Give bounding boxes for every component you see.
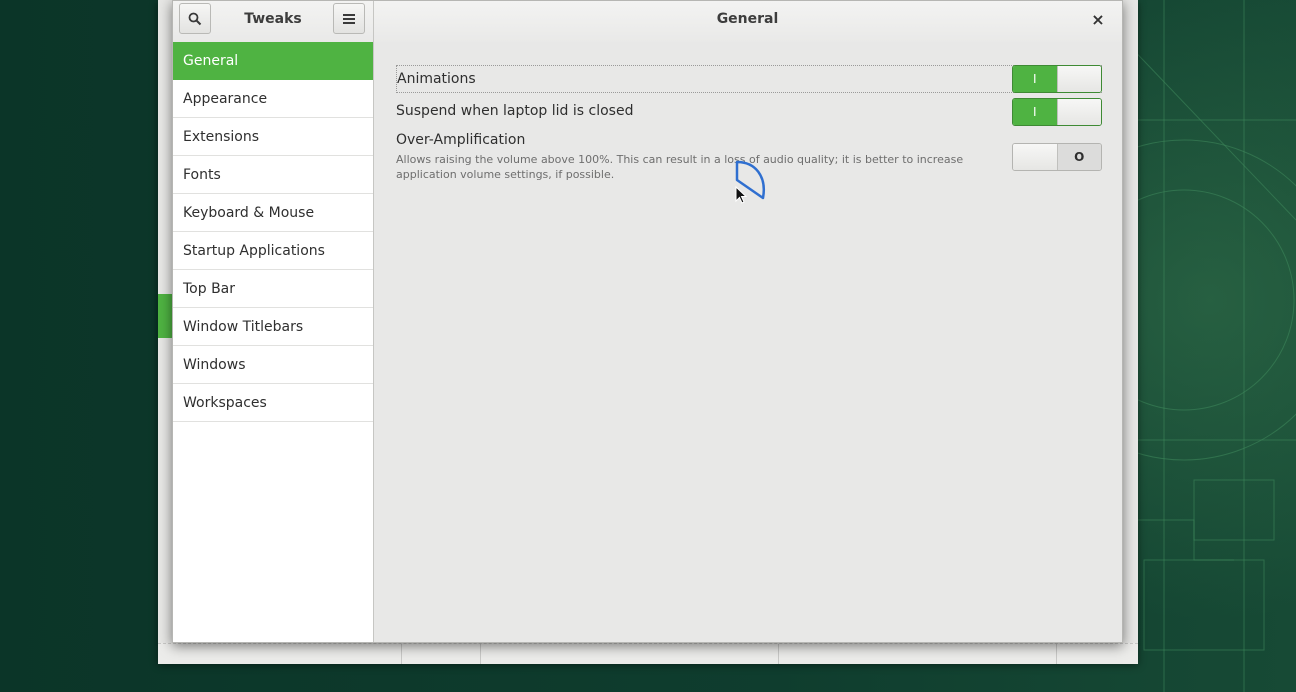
over-amplification-switch[interactable]: O: [1012, 143, 1102, 171]
sidebar-item-label: Startup Applications: [183, 242, 325, 259]
sidebar-item-workspaces[interactable]: Workspaces: [173, 384, 373, 422]
switch-knob: [1056, 66, 1101, 92]
sidebar-item-label: Workspaces: [183, 394, 267, 411]
sidebar-item-label: Keyboard & Mouse: [183, 204, 315, 221]
sidebar-item-windows[interactable]: Windows: [173, 346, 373, 384]
sidebar-item-startup-applications[interactable]: Startup Applications: [173, 232, 373, 270]
sidebar: General Appearance Extensions Fonts Keyb…: [173, 42, 374, 642]
animations-row[interactable]: Animations: [396, 65, 1102, 93]
hamburger-menu-icon: [343, 13, 355, 24]
sidebar-item-label: Fonts: [183, 166, 221, 183]
sidebar-item-top-bar[interactable]: Top Bar: [173, 270, 373, 308]
over-amplification-label: Over-Amplification: [396, 132, 526, 148]
close-button[interactable]: ×: [1087, 9, 1109, 31]
search-button[interactable]: [179, 3, 211, 34]
suspend-label: Suspend when laptop lid is closed: [396, 103, 634, 119]
switch-on-glyph: I: [1013, 66, 1057, 92]
suspend-switch[interactable]: I: [1012, 98, 1102, 126]
sidebar-item-extensions[interactable]: Extensions: [173, 118, 373, 156]
tweaks-window: Tweaks General × General Appearance Exte…: [172, 0, 1123, 643]
background-window-bottom: [158, 643, 1138, 664]
sidebar-header: Tweaks: [173, 1, 374, 42]
switch-off-glyph: O: [1057, 144, 1101, 170]
app-title: Tweaks: [244, 11, 302, 27]
sidebar-item-general[interactable]: General: [173, 42, 373, 80]
settings-panel: Animations I Suspend when laptop lid is …: [374, 42, 1122, 642]
search-icon: [188, 12, 202, 25]
over-amplification-description: Allows raising the volume above 100%. Th…: [396, 153, 964, 181]
animations-switch[interactable]: I: [1012, 65, 1102, 93]
sidebar-item-label: Window Titlebars: [183, 318, 304, 335]
suspend-row: Suspend when laptop lid is closed: [396, 103, 1102, 119]
sidebar-item-label: Extensions: [183, 128, 260, 145]
background-window-selection: [158, 294, 172, 338]
sidebar-item-fonts[interactable]: Fonts: [173, 156, 373, 194]
mouse-pointer-icon: [735, 186, 747, 204]
page-title: General: [716, 11, 779, 27]
sidebar-item-keyboard-mouse[interactable]: Keyboard & Mouse: [173, 194, 373, 232]
switch-on-glyph: I: [1013, 99, 1057, 125]
sidebar-item-window-titlebars[interactable]: Window Titlebars: [173, 308, 373, 346]
sidebar-item-label: Top Bar: [183, 280, 236, 297]
sidebar-item-appearance[interactable]: Appearance: [173, 80, 373, 118]
close-icon: ×: [1091, 10, 1105, 29]
sidebar-item-label: General: [183, 52, 239, 69]
menu-button[interactable]: [333, 3, 365, 34]
header-bar: Tweaks General ×: [173, 1, 1122, 43]
sidebar-item-label: Appearance: [183, 90, 268, 107]
switch-knob: [1013, 144, 1058, 170]
sidebar-item-label: Windows: [183, 356, 246, 373]
desktop-wallpaper-pattern: [1124, 0, 1296, 692]
switch-knob: [1056, 99, 1101, 125]
animations-label: Animations: [397, 71, 476, 87]
